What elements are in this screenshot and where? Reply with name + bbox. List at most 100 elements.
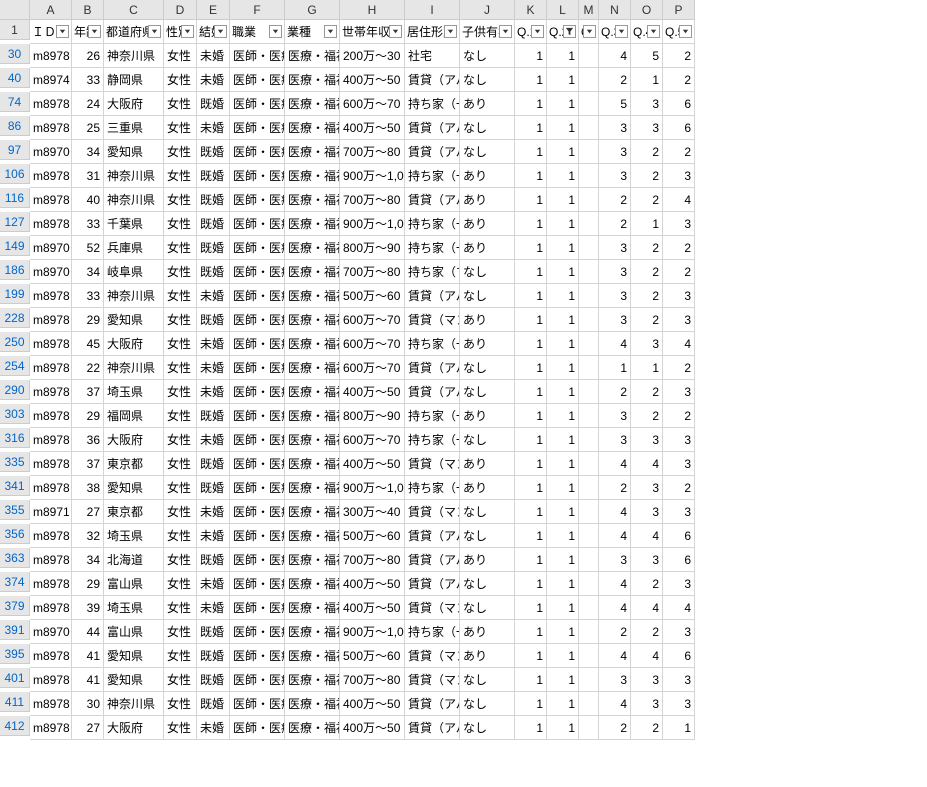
cell-P186[interactable]: 2 xyxy=(663,260,695,284)
cell-I379[interactable]: 賃貸（マン xyxy=(405,596,460,620)
cell-A254[interactable]: m8978 xyxy=(30,356,72,380)
cell-K316[interactable]: 1 xyxy=(515,428,547,452)
cell-H250[interactable]: 600万～70 xyxy=(340,332,405,356)
cell-C250[interactable]: 大阪府 xyxy=(104,332,164,356)
row-header-74[interactable]: 74 xyxy=(0,92,30,112)
cell-P106[interactable]: 3 xyxy=(663,164,695,188)
column-header-I[interactable]: I xyxy=(405,0,460,20)
cell-N250[interactable]: 4 xyxy=(599,332,631,356)
row-header-186[interactable]: 186 xyxy=(0,260,30,280)
cell-C149[interactable]: 兵庫県 xyxy=(104,236,164,260)
cell-B106[interactable]: 31 xyxy=(72,164,104,188)
row-header-363[interactable]: 363 xyxy=(0,548,30,568)
cell-N316[interactable]: 3 xyxy=(599,428,631,452)
cell-B412[interactable]: 27 xyxy=(72,716,104,740)
cell-K290[interactable]: 1 xyxy=(515,380,547,404)
cell-N391[interactable]: 2 xyxy=(599,620,631,644)
cell-J250[interactable]: あり xyxy=(460,332,515,356)
cell-A374[interactable]: m8978 xyxy=(30,572,72,596)
cell-I254[interactable]: 賃貸（アパ xyxy=(405,356,460,380)
cell-E303[interactable]: 既婚 xyxy=(197,404,230,428)
cell-N411[interactable]: 4 xyxy=(599,692,631,716)
cell-I86[interactable]: 賃貸（アパ xyxy=(405,116,460,140)
header-cell-M[interactable]: Q xyxy=(579,20,599,44)
header-cell-H[interactable]: 世帯年収 xyxy=(340,20,405,44)
cell-O303[interactable]: 2 xyxy=(631,404,663,428)
cell-G116[interactable]: 医療・福祉 xyxy=(285,188,340,212)
cell-E86[interactable]: 未婚 xyxy=(197,116,230,140)
cell-N127[interactable]: 2 xyxy=(599,212,631,236)
cell-A363[interactable]: m8978 xyxy=(30,548,72,572)
cell-F149[interactable]: 医師・医療 xyxy=(230,236,285,260)
cell-D106[interactable]: 女性 xyxy=(164,164,197,188)
cell-J316[interactable]: なし xyxy=(460,428,515,452)
cell-A303[interactable]: m8978 xyxy=(30,404,72,428)
cell-A401[interactable]: m8978 xyxy=(30,668,72,692)
cell-H97[interactable]: 700万～80 xyxy=(340,140,405,164)
cell-N106[interactable]: 3 xyxy=(599,164,631,188)
cell-N186[interactable]: 3 xyxy=(599,260,631,284)
cell-A395[interactable]: m8978 xyxy=(30,644,72,668)
cell-B341[interactable]: 38 xyxy=(72,476,104,500)
cell-N355[interactable]: 4 xyxy=(599,500,631,524)
column-header-L[interactable]: L xyxy=(547,0,579,20)
cell-F374[interactable]: 医師・医療 xyxy=(230,572,285,596)
cell-H379[interactable]: 400万～50 xyxy=(340,596,405,620)
cell-F401[interactable]: 医師・医療 xyxy=(230,668,285,692)
cell-H290[interactable]: 400万～50 xyxy=(340,380,405,404)
cell-C335[interactable]: 東京都 xyxy=(104,452,164,476)
cell-K199[interactable]: 1 xyxy=(515,284,547,308)
cell-L379[interactable]: 1 xyxy=(547,596,579,620)
cell-A127[interactable]: m8978 xyxy=(30,212,72,236)
cell-F86[interactable]: 医師・医療 xyxy=(230,116,285,140)
column-header-C[interactable]: C xyxy=(104,0,164,20)
row-header-335[interactable]: 335 xyxy=(0,452,30,472)
cell-O395[interactable]: 4 xyxy=(631,644,663,668)
cell-L391[interactable]: 1 xyxy=(547,620,579,644)
cell-H355[interactable]: 300万～40 xyxy=(340,500,405,524)
cell-L356[interactable]: 1 xyxy=(547,524,579,548)
cell-C30[interactable]: 神奈川県 xyxy=(104,44,164,68)
row-header-379[interactable]: 379 xyxy=(0,596,30,616)
cell-P254[interactable]: 2 xyxy=(663,356,695,380)
cell-N379[interactable]: 4 xyxy=(599,596,631,620)
cell-M395[interactable] xyxy=(579,644,599,668)
cell-E363[interactable]: 既婚 xyxy=(197,548,230,572)
header-cell-I[interactable]: 居住形態 xyxy=(405,20,460,44)
cell-G363[interactable]: 医療・福祉 xyxy=(285,548,340,572)
cell-P411[interactable]: 3 xyxy=(663,692,695,716)
cell-D30[interactable]: 女性 xyxy=(164,44,197,68)
cell-A335[interactable]: m8978 xyxy=(30,452,72,476)
cell-I290[interactable]: 賃貸（アパ xyxy=(405,380,460,404)
cell-P30[interactable]: 2 xyxy=(663,44,695,68)
cell-J97[interactable]: なし xyxy=(460,140,515,164)
cell-L149[interactable]: 1 xyxy=(547,236,579,260)
filter-dropdown-icon[interactable] xyxy=(531,25,544,38)
column-header-E[interactable]: E xyxy=(197,0,230,20)
cell-P290[interactable]: 3 xyxy=(663,380,695,404)
cell-I97[interactable]: 賃貸（アパ xyxy=(405,140,460,164)
cell-J395[interactable]: あり xyxy=(460,644,515,668)
cell-B250[interactable]: 45 xyxy=(72,332,104,356)
column-header-H[interactable]: H xyxy=(340,0,405,20)
cell-O127[interactable]: 1 xyxy=(631,212,663,236)
cell-F335[interactable]: 医師・医療 xyxy=(230,452,285,476)
cell-D40[interactable]: 女性 xyxy=(164,68,197,92)
cell-C127[interactable]: 千葉県 xyxy=(104,212,164,236)
header-cell-L[interactable]: Q.2 xyxy=(547,20,579,44)
cell-E290[interactable]: 未婚 xyxy=(197,380,230,404)
header-cell-G[interactable]: 業種 xyxy=(285,20,340,44)
cell-K374[interactable]: 1 xyxy=(515,572,547,596)
header-cell-B[interactable]: 年齢 xyxy=(72,20,104,44)
cell-E40[interactable]: 未婚 xyxy=(197,68,230,92)
cell-L374[interactable]: 1 xyxy=(547,572,579,596)
row-header-290[interactable]: 290 xyxy=(0,380,30,400)
cell-C316[interactable]: 大阪府 xyxy=(104,428,164,452)
cell-L401[interactable]: 1 xyxy=(547,668,579,692)
column-header-K[interactable]: K xyxy=(515,0,547,20)
cell-L40[interactable]: 1 xyxy=(547,68,579,92)
cell-D379[interactable]: 女性 xyxy=(164,596,197,620)
cell-N395[interactable]: 4 xyxy=(599,644,631,668)
cell-F341[interactable]: 医師・医療 xyxy=(230,476,285,500)
cell-G391[interactable]: 医療・福祉 xyxy=(285,620,340,644)
